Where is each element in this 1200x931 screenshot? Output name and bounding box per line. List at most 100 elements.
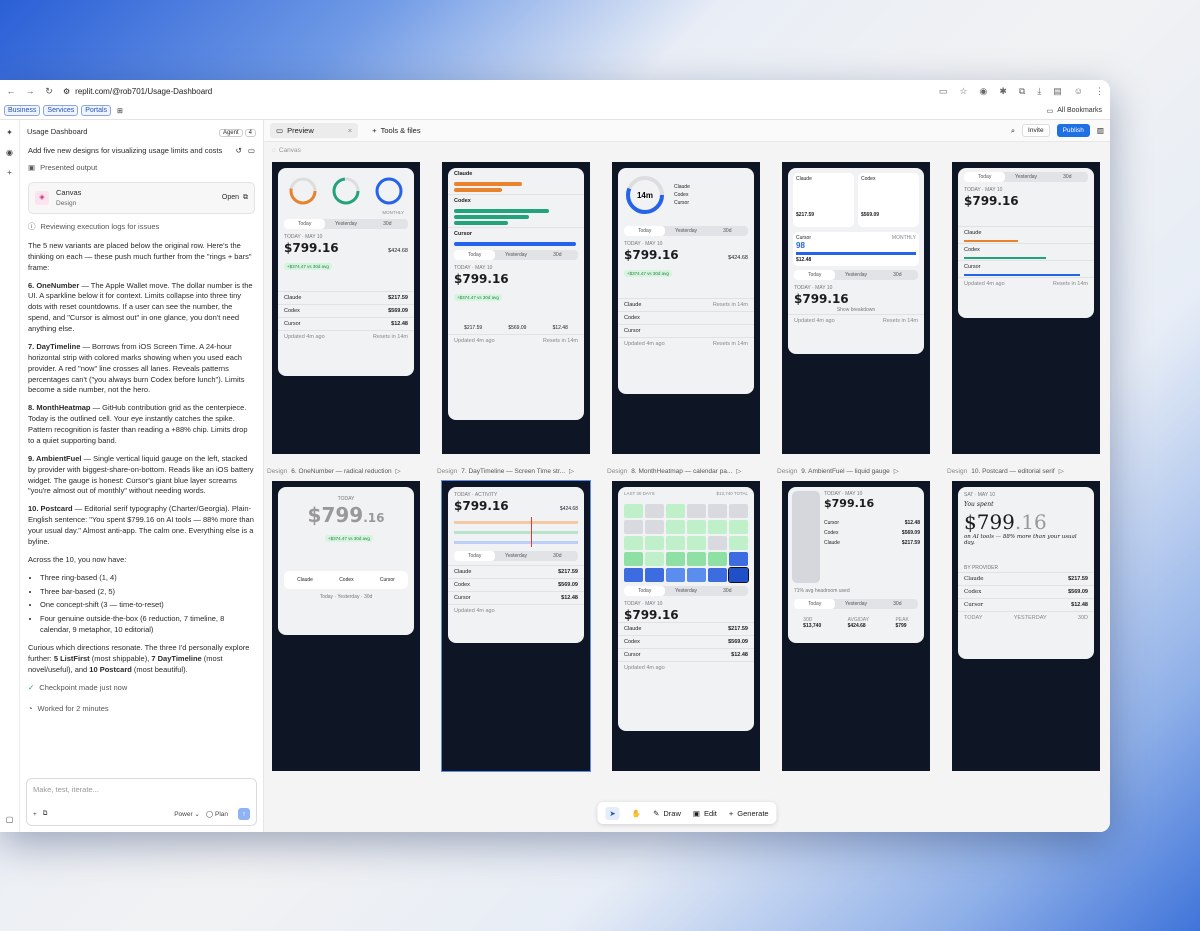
design-frame-1[interactable]: MONTHLY Today Yesterday 30d TODAY · MAY 10… (272, 162, 420, 454)
design-frame-2[interactable]: Claude Codex Cursor Today Yesterday 30d TO… (442, 162, 590, 454)
canvas-icon: ◌ (272, 147, 276, 154)
hand-icon: ✋ (631, 808, 642, 818)
open-button[interactable]: Open ⧉ (222, 193, 248, 203)
delta-chip: +$374.47 vs 30d avg (284, 263, 332, 270)
agent-count-badge: 4 (244, 128, 256, 137)
agent-chat-panel: Usage Dashboard Agent 4 Add five new desi… (20, 120, 264, 832)
frame-label-9[interactable]: Design 9. AmbientFuel — liquid gauge ▷ (777, 467, 899, 476)
draw-button[interactable]: ✎ Draw (653, 809, 681, 818)
edit-button[interactable]: ▣ Edit (693, 809, 717, 818)
plan-toggle[interactable]: ◯ Plan (206, 810, 228, 818)
publish-button[interactable]: Publish (1056, 124, 1090, 137)
sidebar-icon[interactable]: ▤ (1053, 86, 1062, 97)
bookmark-services[interactable]: Services (43, 105, 79, 116)
design-frame-4[interactable]: Claude $217.59 Codex $569.09 Cursor MONTHL… (782, 162, 930, 454)
tab-tools-files[interactable]: + Tools & files (366, 123, 426, 138)
presented-output: Presented output (40, 162, 98, 172)
closing-text: Curious which directions resonate. The t… (28, 643, 250, 674)
puzzle-icon[interactable]: ⧉ (1019, 86, 1025, 97)
play-icon[interactable]: ▷ (736, 467, 741, 475)
forward-icon[interactable]: → (25, 86, 35, 96)
item-9: 9. AmbientFuel — Single vertical liquid … (28, 453, 254, 496)
play-icon[interactable]: ▷ (894, 467, 899, 475)
design-frame-9[interactable]: TODAY · MAY 10 $799.16 Cursor $12.48 Code… (782, 481, 930, 771)
left-rail: ✦ ◉ + ▢ (0, 120, 20, 832)
checkpoint-status[interactable]: Checkpoint made just now (39, 683, 127, 694)
add-icon[interactable]: + (7, 168, 12, 177)
reviewing-status: Reviewing execution logs for issues (40, 222, 160, 232)
cursor-icon: ➤ (609, 808, 616, 818)
power-select[interactable]: Power ⌄ (174, 810, 200, 818)
worked-status: Worked for 2 minutes (37, 703, 109, 713)
close-icon[interactable]: × (348, 126, 352, 135)
canvas-label: ◌ Canvas (272, 147, 301, 154)
play-icon[interactable]: ▷ (396, 467, 401, 475)
star-icon[interactable]: ☆ (959, 86, 967, 97)
download-icon[interactable]: ⤓ (1037, 86, 1041, 97)
history-icon[interactable]: ↺ (236, 146, 242, 157)
reload-icon[interactable]: ↻ (44, 86, 54, 97)
design-frame-5[interactable]: Today Yesterday 30d TODAY · MAY 10 $799.16… (952, 162, 1100, 454)
frame-label-7[interactable]: Design 7. DayTimeline — Screen Time str..… (437, 467, 574, 476)
select-tool[interactable]: ➤ (605, 806, 620, 820)
plus-icon: + (372, 126, 377, 135)
apps-grid-icon[interactable]: ⊞ (117, 107, 123, 115)
agent-badge[interactable]: Agent (218, 128, 243, 137)
design-frame-10[interactable]: SAT · MAY 10 You spent $799.16 on AI too… (952, 481, 1100, 771)
intro-text: The 5 new variants are placed below the … (28, 240, 252, 272)
canvas-card-subtitle: Design (56, 199, 77, 207)
frame-label-8[interactable]: Design 8. MonthHeatmap — calendar pa... ▷ (607, 467, 741, 476)
bookmarks-bar: Business Services Portals ⊞ ▭ All Bookmar… (0, 102, 1110, 120)
back-icon[interactable]: ← (6, 86, 16, 96)
canvas-card[interactable]: ◈ Canvas Design Open ⧉ (28, 181, 255, 215)
address-field[interactable]: ⚙ replit.com/@rob701/Usage-Dashboard (63, 87, 930, 96)
hand-tool[interactable]: ✋ (632, 809, 641, 818)
list-item: Four genuine outside-the-box (6 reductio… (40, 614, 255, 636)
invite-button[interactable]: Invite (1022, 124, 1050, 137)
list-item: Three ring-based (1, 4) (40, 573, 255, 584)
url-text: replit.com/@rob701/Usage-Dashboard (75, 86, 213, 96)
search-icon[interactable]: ⌕ (1011, 126, 1015, 136)
all-bookmarks[interactable]: ▭ All Bookmarks (1047, 107, 1106, 115)
avatar[interactable]: ☺ (1074, 86, 1083, 97)
claude-ring-icon (289, 177, 317, 205)
amount: $799.16 (284, 241, 339, 255)
timeline-strip (454, 517, 578, 547)
design-frame-3[interactable]: 14m Claude Codex Cursor Today Yesterday 30d … (612, 162, 760, 454)
tab-preview[interactable]: ▭ Preview × (270, 123, 359, 138)
site-settings-icon[interactable]: ⚙ (63, 87, 70, 96)
extension-icon[interactable]: ✱ (999, 86, 1007, 97)
menu-icon[interactable]: ⋮ (1095, 86, 1104, 97)
external-link-icon: ⧉ (243, 193, 248, 201)
design-frame-6[interactable]: TODAY $799.16 +$374.47 vs 30d avg Claude… (272, 481, 420, 771)
info-icon: ⓘ (28, 222, 36, 232)
chat-title: Usage Dashboard (27, 126, 88, 136)
bookmark-portals[interactable]: Portals (81, 105, 112, 116)
comment-icon[interactable]: ▭ (248, 146, 255, 157)
generate-button[interactable]: + Generate (729, 809, 769, 818)
record-icon[interactable]: ◉ (6, 148, 13, 157)
frame-label-6[interactable]: Design 6. OneNumber — radical reduction ▷ (267, 467, 401, 476)
canvas-card-title: Canvas (56, 187, 82, 197)
frame-label-10[interactable]: Design 10. Postcard — editorial serif ▷ (947, 467, 1064, 476)
chat-input[interactable]: Make, test, iterate... + ⧉ Power ⌄ ◯ Pla… (26, 778, 257, 826)
extension-icon[interactable]: ◉ (979, 86, 987, 97)
send-button[interactable]: ↑ (238, 808, 250, 820)
bookmark-business[interactable]: Business (4, 105, 41, 116)
month-heatmap (624, 504, 749, 583)
play-icon[interactable]: ▷ (569, 467, 574, 475)
design-frame-8[interactable]: LAST 30 DAYS $13,740 TOTAL Today Yesterday… (612, 481, 760, 771)
panel-toggle-icon[interactable]: ▢ (6, 815, 14, 824)
user-prompt: Add five new designs for visualizing usa… (28, 146, 223, 155)
play-icon[interactable]: ▷ (1059, 467, 1064, 475)
design-frame-7[interactable]: TODAY · ACTIVITY $799.16 $424.68 Today Yes… (441, 480, 591, 772)
attach-icon[interactable]: ⧉ (43, 810, 48, 818)
agent-icon[interactable]: ✦ (6, 128, 13, 137)
timer-icon: ◔ (28, 703, 33, 713)
canvas-icon: ◈ (35, 190, 49, 205)
layout-icon[interactable]: ▥ (1097, 126, 1104, 135)
item-8: 8. MonthHeatmap — GitHub contribution gr… (28, 403, 248, 445)
list-item: Three bar-based (2, 5) (40, 587, 255, 598)
cast-icon[interactable]: ▭ (939, 86, 948, 97)
add-icon[interactable]: + (33, 811, 37, 818)
